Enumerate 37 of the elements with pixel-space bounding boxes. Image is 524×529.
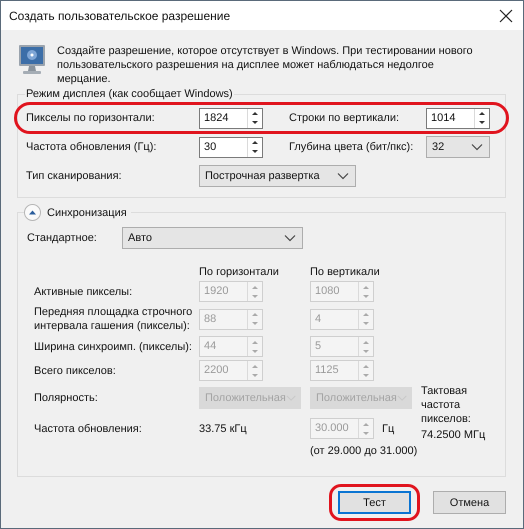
value-text: 33.75 кГц [199,422,248,434]
unit-label: Гц [382,422,394,434]
collapse-button[interactable] [24,204,41,221]
section-title: Синхронизация [47,206,127,218]
monitor-icon [17,44,47,76]
dropdown[interactable]: Авто [122,227,303,249]
dropdown[interactable]: 32 [426,136,490,158]
field-label: Ширина синхроимп. (пикселы): [34,340,193,354]
value-text: 74.2500 МГц [421,428,486,442]
field-label: Пикселы по горизонтали: [26,112,156,124]
field-label: Тип сканирования: [26,170,123,182]
column-header: По горизонтали [199,266,280,278]
dropdown[interactable]: Построчная развертка [199,165,356,187]
chevron-down-icon [284,234,296,242]
field-label: Глубина цвета (бит/пкс): [289,141,414,153]
chevron-down-icon [471,143,483,151]
group-title: Режим дисплея (как сообщает Windows) [25,88,234,100]
field-label: Полярность: [34,391,99,405]
range-text: (от 29.000 до 31.000) [310,445,418,457]
field-label: Тактовая частота пикселов: [421,384,472,426]
window-title: Создать пользовательское разрешение [9,8,230,22]
close-icon [499,8,513,22]
field-label: Передняя площадка строчного интервала гашения (пикселы): [34,305,194,333]
spinner-field[interactable]: 1824 [199,108,263,128]
field-label: Активные пикселы: [34,284,134,298]
column-header: По вертикали [310,266,381,278]
field-label: Частота обновления: [34,422,143,436]
field-label: Строки по вертикали: [289,112,400,124]
field-label: Всего пикселов: [34,364,117,378]
field-label: Стандартное: [27,232,98,244]
dialog-button[interactable]: Тест [338,491,411,514]
chevron-down-icon [337,172,349,180]
field-label: Частота обновления (Гц): [26,141,158,153]
spinner-field[interactable]: 1014 [426,108,490,128]
dialog-button[interactable]: Отмена [433,491,506,514]
description-text: Создайте разрешение, которое отсутствует в Windows. При тестировании нового пользовательского разрешения на дисплее может наблюдаться недолгое мерцание. [57,44,474,86]
spinner-field[interactable]: 30 [199,136,263,158]
